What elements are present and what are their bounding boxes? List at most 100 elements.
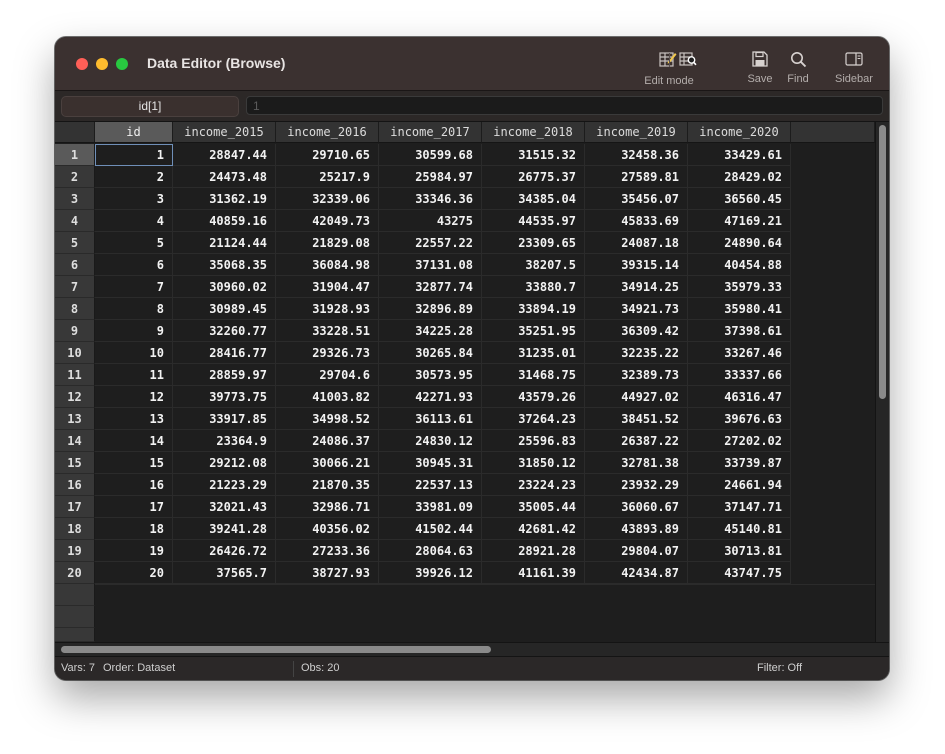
table-cell[interactable]: 32235.22 xyxy=(585,342,688,364)
table-cell[interactable]: 35005.44 xyxy=(482,496,585,518)
table-cell[interactable]: 30960.02 xyxy=(173,276,276,298)
table-cell[interactable]: 37565.7 xyxy=(173,562,276,584)
table-cell[interactable]: 31362.19 xyxy=(173,188,276,210)
row-number[interactable]: 20 xyxy=(55,562,95,584)
table-cell[interactable]: 33880.7 xyxy=(482,276,585,298)
table-cell[interactable]: 37147.71 xyxy=(688,496,791,518)
table-cell[interactable]: 31904.47 xyxy=(276,276,379,298)
table-cell[interactable]: 35251.95 xyxy=(482,320,585,342)
table-cell[interactable]: 42049.73 xyxy=(276,210,379,232)
table-cell[interactable]: 19 xyxy=(95,540,173,562)
table-cell[interactable]: 11 xyxy=(95,364,173,386)
table-cell[interactable]: 40859.16 xyxy=(173,210,276,232)
row-number[interactable]: 3 xyxy=(55,188,95,210)
row-number[interactable]: 6 xyxy=(55,254,95,276)
table-cell[interactable]: 37398.61 xyxy=(688,320,791,342)
row-number[interactable]: 13 xyxy=(55,408,95,430)
table-cell[interactable]: 33429.61 xyxy=(688,144,791,166)
table-cell[interactable]: 7 xyxy=(95,276,173,298)
close-window-button[interactable] xyxy=(76,58,88,70)
table-cell[interactable]: 24473.48 xyxy=(173,166,276,188)
table-cell[interactable]: 21870.35 xyxy=(276,474,379,496)
table-cell[interactable]: 28416.77 xyxy=(173,342,276,364)
row-number[interactable]: 12 xyxy=(55,386,95,408)
table-cell[interactable]: 27233.36 xyxy=(276,540,379,562)
column-header-income-2020[interactable]: income_2020 xyxy=(688,122,791,143)
table-cell[interactable]: 41161.39 xyxy=(482,562,585,584)
table-cell[interactable]: 32260.77 xyxy=(173,320,276,342)
table-cell[interactable]: 20 xyxy=(95,562,173,584)
column-header-income-2018[interactable]: income_2018 xyxy=(482,122,585,143)
table-cell[interactable]: 47169.21 xyxy=(688,210,791,232)
table-cell[interactable]: 32896.89 xyxy=(379,298,482,320)
table-cell[interactable]: 30713.81 xyxy=(688,540,791,562)
table-cell[interactable]: 39315.14 xyxy=(585,254,688,276)
table-cell[interactable]: 42271.93 xyxy=(379,386,482,408)
row-number[interactable]: 10 xyxy=(55,342,95,364)
row-number[interactable]: 15 xyxy=(55,452,95,474)
table-cell[interactable]: 17 xyxy=(95,496,173,518)
table-cell[interactable]: 41003.82 xyxy=(276,386,379,408)
table-cell[interactable]: 43893.89 xyxy=(585,518,688,540)
column-header-income-2016[interactable]: income_2016 xyxy=(276,122,379,143)
table-cell[interactable]: 38451.52 xyxy=(585,408,688,430)
table-cell[interactable]: 36060.67 xyxy=(585,496,688,518)
vertical-scroll-thumb[interactable] xyxy=(879,125,886,399)
table-cell[interactable]: 32021.43 xyxy=(173,496,276,518)
table-cell[interactable]: 23364.9 xyxy=(173,430,276,452)
table-cell[interactable]: 32986.71 xyxy=(276,496,379,518)
table-cell[interactable]: 28429.02 xyxy=(688,166,791,188)
table-cell[interactable]: 39676.63 xyxy=(688,408,791,430)
table-cell[interactable]: 4 xyxy=(95,210,173,232)
row-number[interactable]: 9 xyxy=(55,320,95,342)
table-cell[interactable]: 32458.36 xyxy=(585,144,688,166)
table-cell[interactable]: 24086.37 xyxy=(276,430,379,452)
table-cell[interactable]: 30945.31 xyxy=(379,452,482,474)
table-cell[interactable]: 29326.73 xyxy=(276,342,379,364)
table-cell[interactable]: 46316.47 xyxy=(688,386,791,408)
table-cell[interactable]: 34998.52 xyxy=(276,408,379,430)
table-cell[interactable]: 27202.02 xyxy=(688,430,791,452)
row-number[interactable]: 16 xyxy=(55,474,95,496)
table-cell[interactable]: 28921.28 xyxy=(482,540,585,562)
table-cell[interactable]: 25984.97 xyxy=(379,166,482,188)
table-cell[interactable]: 35980.41 xyxy=(688,298,791,320)
save-button[interactable]: Save xyxy=(743,49,777,85)
row-number[interactable]: 19 xyxy=(55,540,95,562)
table-cell[interactable]: 29704.6 xyxy=(276,364,379,386)
table-cell[interactable]: 39926.12 xyxy=(379,562,482,584)
table-cell[interactable]: 34914.25 xyxy=(585,276,688,298)
table-cell[interactable]: 24661.94 xyxy=(688,474,791,496)
table-cell[interactable]: 31928.93 xyxy=(276,298,379,320)
table-cell[interactable]: 35068.35 xyxy=(173,254,276,276)
table-cell[interactable]: 9 xyxy=(95,320,173,342)
table-cell[interactable]: 38207.5 xyxy=(482,254,585,276)
row-number[interactable]: 5 xyxy=(55,232,95,254)
table-cell[interactable]: 8 xyxy=(95,298,173,320)
table-cell[interactable]: 37131.08 xyxy=(379,254,482,276)
table-cell[interactable]: 30066.21 xyxy=(276,452,379,474)
horizontal-scrollbar[interactable] xyxy=(55,642,889,656)
table-cell[interactable]: 40454.88 xyxy=(688,254,791,276)
table-cell[interactable]: 32389.73 xyxy=(585,364,688,386)
table-cell[interactable]: 44535.97 xyxy=(482,210,585,232)
table-cell[interactable]: 30573.95 xyxy=(379,364,482,386)
table-cell[interactable]: 15 xyxy=(95,452,173,474)
find-button[interactable]: Find xyxy=(782,49,814,85)
table-cell[interactable]: 43275 xyxy=(379,210,482,232)
table-cell[interactable]: 33739.87 xyxy=(688,452,791,474)
table-cell[interactable]: 29710.65 xyxy=(276,144,379,166)
table-cell[interactable]: 36084.98 xyxy=(276,254,379,276)
table-cell[interactable]: 33981.09 xyxy=(379,496,482,518)
table-cell[interactable]: 43579.26 xyxy=(482,386,585,408)
table-cell[interactable]: 45833.69 xyxy=(585,210,688,232)
table-cell[interactable]: 5 xyxy=(95,232,173,254)
table-cell[interactable]: 22537.13 xyxy=(379,474,482,496)
browse-mode-button[interactable] xyxy=(673,49,703,69)
row-number[interactable]: 1 xyxy=(55,144,95,166)
table-cell[interactable]: 33917.85 xyxy=(173,408,276,430)
table-cell[interactable]: 43747.75 xyxy=(688,562,791,584)
table-cell[interactable]: 42681.42 xyxy=(482,518,585,540)
row-number[interactable]: 4 xyxy=(55,210,95,232)
table-cell[interactable]: 33346.36 xyxy=(379,188,482,210)
